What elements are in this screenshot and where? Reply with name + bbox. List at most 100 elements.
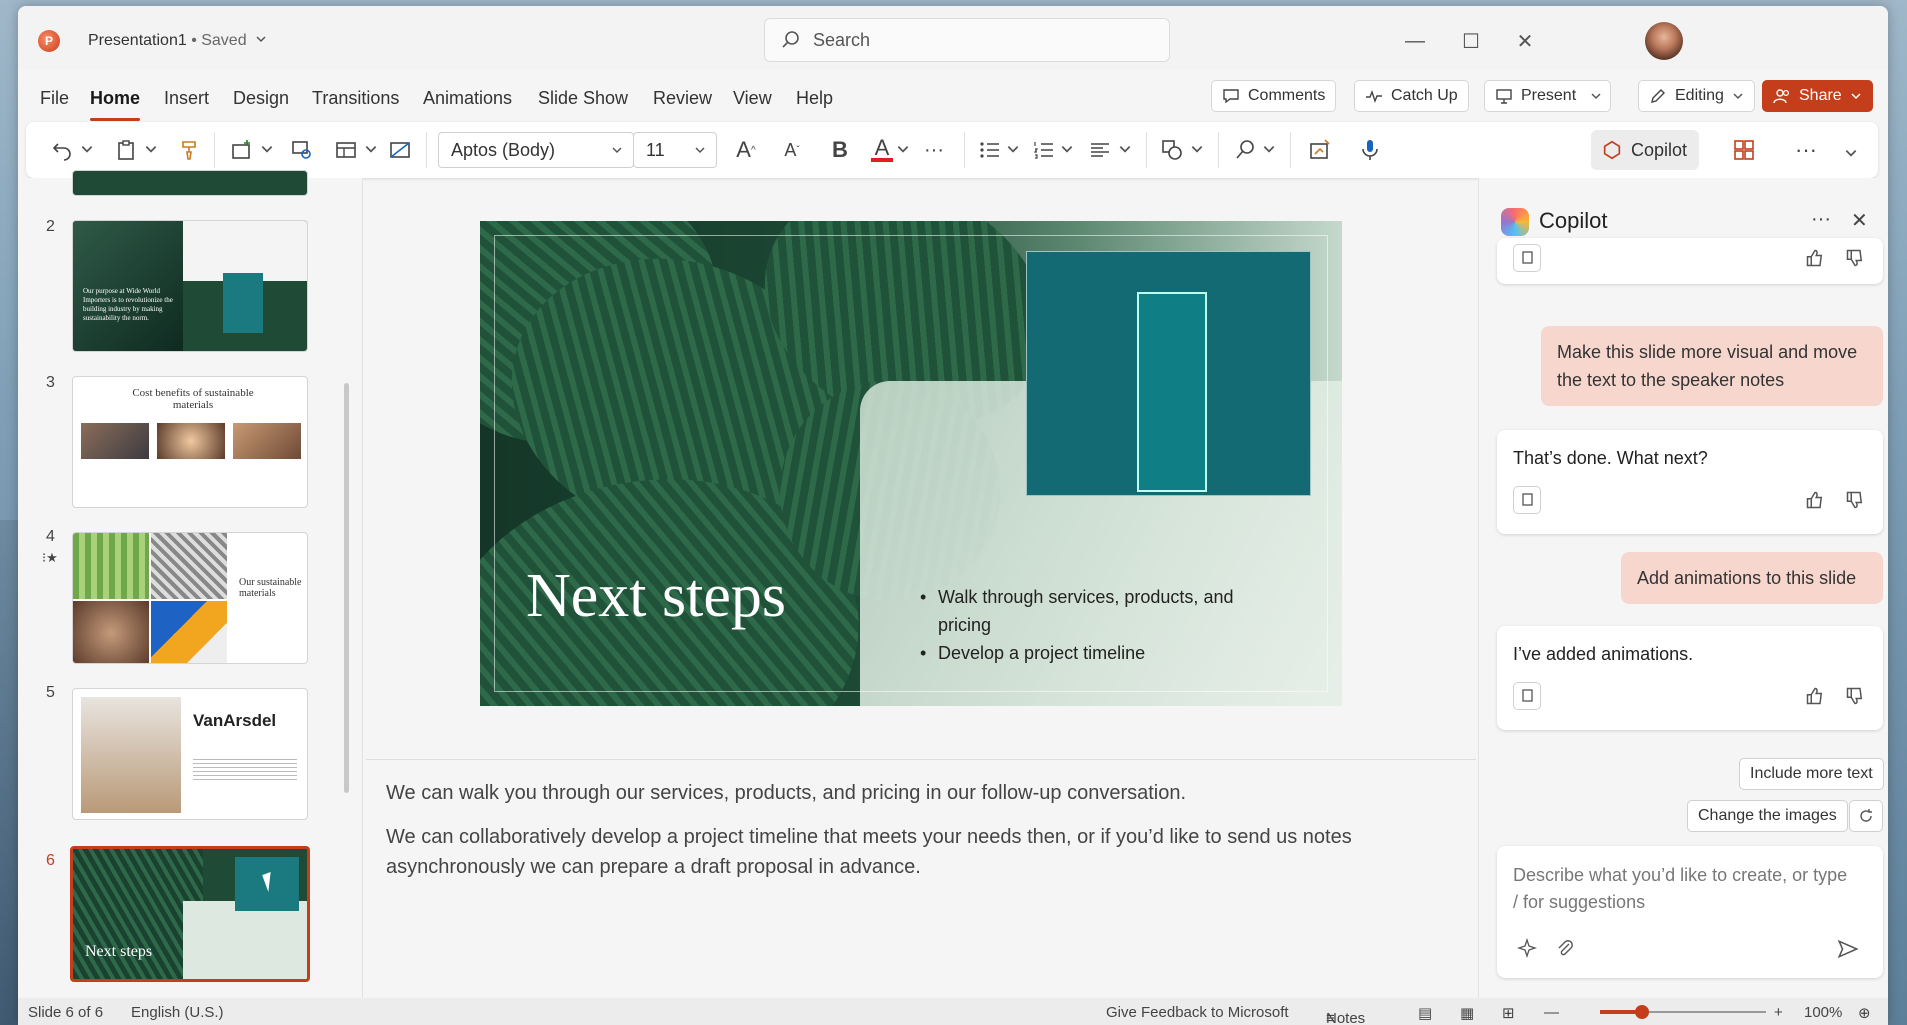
- search-input[interactable]: Search: [764, 18, 1170, 62]
- tab-view[interactable]: View: [733, 88, 772, 109]
- copilot-ribbon-button[interactable]: Copilot: [1591, 130, 1699, 170]
- chevron-down-icon[interactable]: [1844, 146, 1858, 160]
- bold-button[interactable]: B: [826, 136, 854, 164]
- tab-transitions[interactable]: Transitions: [312, 88, 399, 109]
- chevron-down-icon: [1733, 93, 1743, 100]
- add-ins-grid-icon[interactable]: [1730, 136, 1758, 164]
- tab-design[interactable]: Design: [233, 88, 289, 109]
- slide-thumbnail-3[interactable]: Cost benefits of sustainable materials: [72, 376, 308, 508]
- tab-insert[interactable]: Insert: [164, 88, 209, 109]
- format-painter-icon[interactable]: [176, 136, 204, 164]
- thumbnail-scrollbar[interactable]: [344, 383, 349, 793]
- document-title[interactable]: Presentation1 • Saved: [88, 32, 267, 50]
- feedback-link[interactable]: Give Feedback to Microsoft: [1106, 1004, 1289, 1021]
- chevron-down-icon[interactable]: [1118, 142, 1132, 156]
- normal-view-icon[interactable]: ▤: [1418, 1004, 1432, 1022]
- tab-animations[interactable]: Animations: [423, 88, 512, 109]
- close-icon[interactable]: ✕: [1851, 208, 1868, 233]
- comments-button[interactable]: Comments: [1211, 80, 1337, 112]
- tab-review[interactable]: Review: [653, 88, 712, 109]
- zoom-in-icon[interactable]: +: [1774, 1004, 1783, 1021]
- chevron-down-icon[interactable]: [364, 142, 378, 156]
- minimize-button[interactable]: —: [1400, 26, 1430, 56]
- align-icon[interactable]: [1086, 136, 1114, 164]
- speaker-notes[interactable]: We can walk you through our services, pr…: [386, 778, 1446, 896]
- editing-mode-button[interactable]: Editing: [1638, 80, 1755, 112]
- send-icon[interactable]: [1837, 938, 1859, 960]
- thumb-image: [157, 423, 225, 459]
- chevron-down-icon[interactable]: [260, 142, 274, 156]
- more-options-icon[interactable]: ···: [1811, 208, 1831, 231]
- zoom-slider-handle[interactable]: [1635, 1005, 1649, 1019]
- chevron-down-icon[interactable]: [1006, 142, 1020, 156]
- designer-icon[interactable]: [1306, 136, 1334, 164]
- maximize-button[interactable]: ☐: [1456, 26, 1486, 56]
- attach-icon[interactable]: [1555, 938, 1575, 958]
- suggestion-change-images[interactable]: Change the images: [1687, 800, 1848, 832]
- more-font-options-button[interactable]: ···: [920, 136, 948, 164]
- copy-button[interactable]: [1513, 244, 1541, 272]
- avatar[interactable]: [1645, 22, 1683, 60]
- zoom-out-icon[interactable]: —: [1544, 1004, 1559, 1021]
- grow-font-button[interactable]: A ^: [732, 136, 760, 164]
- copy-button[interactable]: [1513, 486, 1541, 514]
- font-name-select[interactable]: Aptos (Body): [438, 132, 634, 168]
- chevron-down-icon[interactable]: [144, 142, 158, 156]
- thumbs-up-icon[interactable]: [1805, 686, 1825, 706]
- bullets-icon[interactable]: [976, 136, 1004, 164]
- slide-thumbnail-6-selected[interactable]: Next steps: [70, 846, 310, 982]
- chevron-down-icon[interactable]: [896, 142, 910, 156]
- new-slide-icon[interactable]: [228, 136, 256, 164]
- fit-slide-icon[interactable]: ⊕: [1858, 1004, 1871, 1022]
- copy-button[interactable]: [1513, 682, 1541, 710]
- paste-icon[interactable]: [112, 136, 140, 164]
- slide-thumbnail-1[interactable]: [72, 170, 308, 196]
- thumbs-down-icon[interactable]: [1845, 490, 1865, 510]
- more-options-icon[interactable]: ···: [1792, 136, 1820, 164]
- copilot-prompt-input[interactable]: Describe what you’d like to create, or t…: [1497, 846, 1883, 978]
- slide-title[interactable]: Next steps: [526, 561, 786, 632]
- reading-view-icon[interactable]: ⊞: [1502, 1004, 1515, 1022]
- thumbs-up-icon[interactable]: [1805, 248, 1825, 268]
- thumbs-up-icon[interactable]: [1805, 490, 1825, 510]
- sparkle-icon[interactable]: [1517, 938, 1537, 958]
- tab-file[interactable]: File: [40, 88, 69, 109]
- present-button[interactable]: Present: [1484, 80, 1612, 112]
- slide-bullet-list[interactable]: Walk through services, products, and pri…: [920, 583, 1250, 667]
- chevron-down-icon[interactable]: [1262, 142, 1276, 156]
- slide-thumbnail-5[interactable]: VanArsdel: [72, 688, 308, 820]
- numbering-icon[interactable]: [1030, 136, 1058, 164]
- chevron-down-icon[interactable]: [80, 142, 94, 156]
- dictate-microphone-icon[interactable]: [1356, 136, 1384, 164]
- chevron-down-icon[interactable]: [1060, 142, 1074, 156]
- chevron-down-icon[interactable]: [1190, 142, 1204, 156]
- slide-thumbnail-4[interactable]: Our sustainable materials: [72, 532, 308, 664]
- tab-slide-show[interactable]: Slide Show: [538, 88, 628, 109]
- background-icon[interactable]: [386, 136, 414, 164]
- language-indicator[interactable]: English (U.S.): [131, 1004, 224, 1021]
- tab-help[interactable]: Help: [796, 88, 833, 109]
- suggestion-include-more-text[interactable]: Include more text: [1739, 758, 1884, 790]
- font-color-button[interactable]: A: [868, 136, 896, 164]
- font-size-select[interactable]: 11: [633, 132, 717, 168]
- close-window-button[interactable]: ✕: [1510, 26, 1540, 56]
- undo-icon[interactable]: [48, 136, 76, 164]
- find-icon[interactable]: [1232, 136, 1260, 164]
- shrink-font-button[interactable]: Aˇ: [778, 136, 806, 164]
- thumb-text-lines: [193, 759, 297, 783]
- zoom-level[interactable]: 100%: [1804, 1004, 1842, 1021]
- slide-thumbnail-2[interactable]: Our purpose at Wide World Importers is t…: [72, 220, 308, 352]
- notes-divider[interactable]: [366, 759, 1476, 760]
- refresh-suggestions-button[interactable]: [1849, 800, 1883, 832]
- tab-home[interactable]: Home: [90, 88, 141, 121]
- thumbs-down-icon[interactable]: [1845, 248, 1865, 268]
- slide-canvas[interactable]: Next steps Walk through services, produc…: [480, 221, 1342, 706]
- catch-up-button[interactable]: Catch Up: [1354, 80, 1469, 112]
- chevron-down-icon[interactable]: [1590, 90, 1602, 102]
- share-button[interactable]: Share: [1762, 80, 1873, 112]
- slide-sorter-icon[interactable]: ▦: [1460, 1004, 1474, 1022]
- shapes-icon[interactable]: [1158, 136, 1186, 164]
- reuse-slides-icon[interactable]: [288, 136, 316, 164]
- thumbs-down-icon[interactable]: [1845, 686, 1865, 706]
- layout-icon[interactable]: [332, 136, 360, 164]
